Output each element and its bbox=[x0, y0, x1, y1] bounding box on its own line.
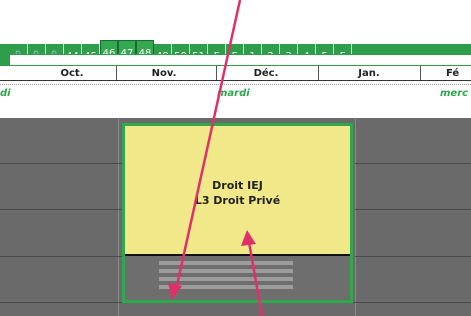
row-line bbox=[355, 209, 471, 210]
course-block[interactable]: Droit IEJ L3 Droit Privé bbox=[122, 123, 353, 303]
course-stripe bbox=[159, 261, 293, 265]
course-footer bbox=[125, 254, 350, 300]
day-header-mercredi[interactable]: merc bbox=[440, 88, 468, 99]
day-header-mardi[interactable]: mardi bbox=[217, 88, 250, 99]
month-divider bbox=[116, 66, 117, 80]
course-title: Droit IEJ bbox=[212, 179, 263, 192]
timetable-column-right bbox=[356, 118, 471, 316]
week-tick-row bbox=[10, 54, 471, 66]
month-dec: Déc. bbox=[253, 67, 279, 79]
row-line bbox=[0, 256, 122, 257]
course-subtitle: L3 Droit Privé bbox=[194, 194, 281, 207]
timetable-view: 🔒🔒🔒4445464748495051FF12345F Oct. Nov. Dé… bbox=[0, 0, 471, 316]
month-strip: Oct. Nov. Déc. Jan. Fé bbox=[0, 66, 471, 81]
month-divider bbox=[216, 66, 217, 80]
course-stripe bbox=[159, 285, 293, 289]
column-divider bbox=[355, 118, 356, 316]
timetable-column-left bbox=[0, 118, 118, 316]
day-header-left[interactable]: di bbox=[0, 88, 11, 99]
row-line bbox=[0, 163, 122, 164]
row-line bbox=[355, 256, 471, 257]
column-divider bbox=[118, 118, 119, 316]
course-label: Droit IEJ L3 Droit Privé bbox=[125, 178, 350, 208]
course-stripe bbox=[159, 277, 293, 281]
row-line bbox=[0, 209, 122, 210]
month-feb: Fé bbox=[446, 67, 460, 79]
month-divider bbox=[318, 66, 319, 80]
row-line bbox=[355, 163, 471, 164]
month-jan: Jan. bbox=[358, 67, 380, 79]
month-nov: Nov. bbox=[151, 67, 177, 79]
month-oct: Oct. bbox=[60, 67, 84, 79]
course-stripe bbox=[159, 269, 293, 273]
day-header-row: di mardi merc bbox=[0, 84, 471, 119]
month-divider bbox=[420, 66, 421, 80]
